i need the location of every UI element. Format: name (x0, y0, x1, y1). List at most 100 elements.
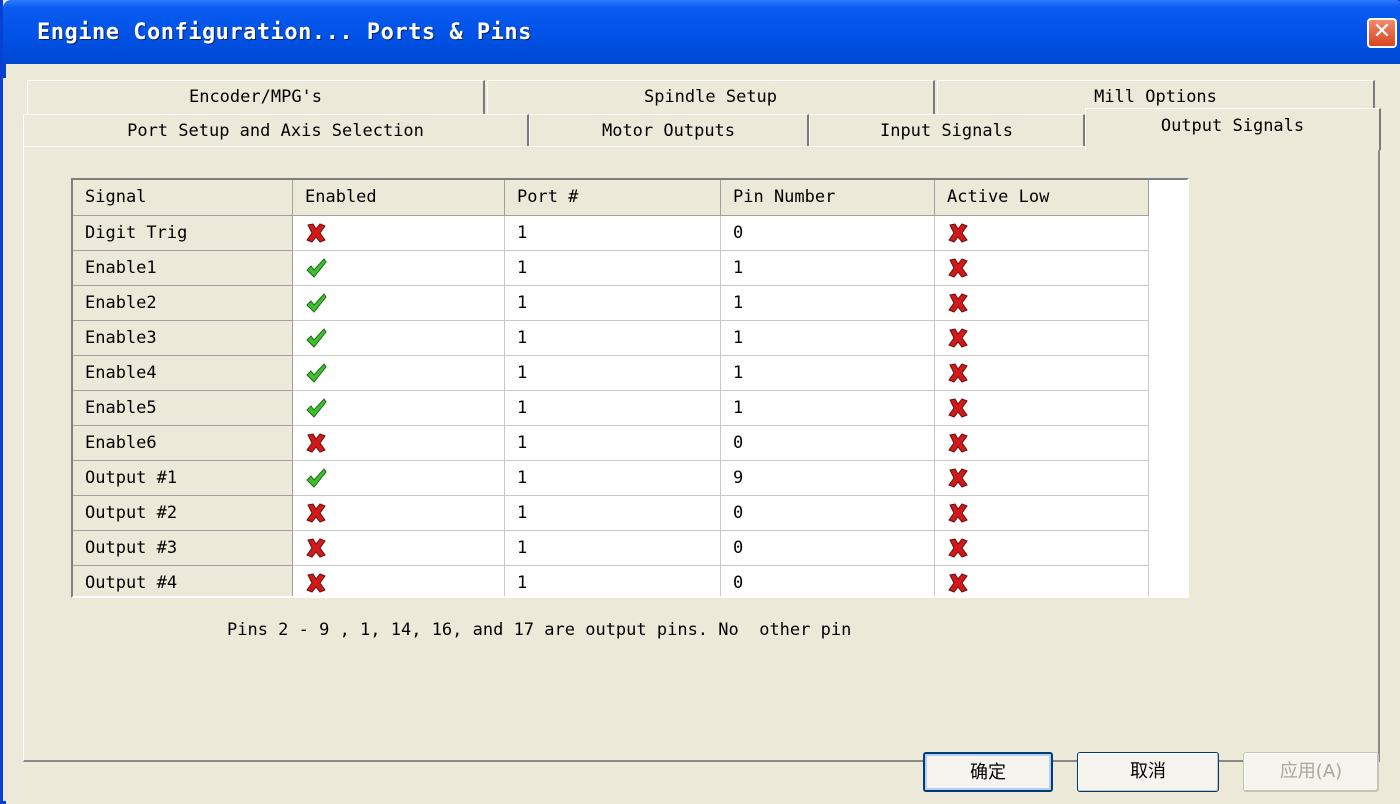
active-low-cell[interactable] (935, 321, 1149, 356)
pin-number-cell[interactable]: 1 (721, 251, 935, 286)
enabled-cell[interactable] (293, 216, 505, 251)
x-icon (948, 328, 968, 348)
enabled-cell[interactable] (293, 251, 505, 286)
port-cell[interactable]: 1 (505, 566, 721, 596)
enabled-cell[interactable] (293, 461, 505, 496)
signal-name-cell: Output #4 (73, 566, 293, 596)
signal-name-cell: Enable3 (73, 321, 293, 356)
port-cell[interactable]: 1 (505, 251, 721, 286)
table-row[interactable]: Enable4 1 1 (73, 356, 1149, 391)
table-row[interactable]: Enable3 1 1 (73, 321, 1149, 356)
column-header-pin-number[interactable]: Pin Number (721, 180, 935, 216)
table-row[interactable]: Output #4 1 0 (73, 566, 1149, 596)
x-icon (948, 223, 968, 243)
x-icon (948, 293, 968, 313)
cancel-button[interactable]: 取消 (1077, 752, 1219, 792)
tab-port-setup[interactable]: Port Setup and Axis Selection (23, 114, 529, 148)
enabled-cell[interactable] (293, 531, 505, 566)
port-cell[interactable]: 1 (505, 286, 721, 321)
signal-name-cell: Digit Trig (73, 216, 293, 251)
pin-number-cell[interactable]: 0 (721, 531, 935, 566)
signal-name-cell: Enable2 (73, 286, 293, 321)
x-icon (306, 538, 326, 558)
signal-name-cell: Enable5 (73, 391, 293, 426)
table-row[interactable]: Enable2 1 1 (73, 286, 1149, 321)
pin-number-cell[interactable]: 9 (721, 461, 935, 496)
column-header-active-low[interactable]: Active Low (935, 180, 1149, 216)
active-low-cell[interactable] (935, 566, 1149, 596)
x-icon (306, 433, 326, 453)
tab-output-signals[interactable]: Output Signals (1085, 108, 1381, 150)
x-icon (948, 433, 968, 453)
enabled-cell[interactable] (293, 356, 505, 391)
check-icon (306, 258, 327, 278)
check-icon (306, 328, 327, 348)
enabled-cell[interactable] (293, 321, 505, 356)
column-header-signal[interactable]: Signal (73, 180, 293, 216)
tab-spindle-setup[interactable]: Spindle Setup (487, 80, 935, 114)
active-low-cell[interactable] (935, 216, 1149, 251)
port-cell[interactable]: 1 (505, 321, 721, 356)
grid-header: Signal Enabled Port # Pin Number Active … (73, 180, 1149, 216)
close-button[interactable]: ✕ (1367, 18, 1397, 48)
pin-number-cell[interactable]: 1 (721, 391, 935, 426)
table-row[interactable]: Enable1 1 1 (73, 251, 1149, 286)
active-low-cell[interactable] (935, 251, 1149, 286)
output-signals-grid[interactable]: Signal Enabled Port # Pin Number Active … (71, 178, 1189, 598)
enabled-cell[interactable] (293, 391, 505, 426)
pin-number-cell[interactable]: 1 (721, 286, 935, 321)
tab-input-signals[interactable]: Input Signals (809, 114, 1085, 148)
table-row[interactable]: Enable6 1 0 (73, 426, 1149, 461)
active-low-cell[interactable] (935, 356, 1149, 391)
port-cell[interactable]: 1 (505, 426, 721, 461)
table-row[interactable]: Digit Trig 1 0 (73, 216, 1149, 251)
enabled-cell[interactable] (293, 496, 505, 531)
pin-number-cell[interactable]: 0 (721, 496, 935, 531)
port-cell[interactable]: 1 (505, 531, 721, 566)
table-row[interactable]: Output #2 1 0 (73, 496, 1149, 531)
window-title: Engine Configuration... Ports & Pins (37, 20, 532, 45)
pin-number-cell[interactable]: 0 (721, 216, 935, 251)
grid-rows: Digit Trig 1 0 Enable1 1 1 Enable2 1 1 Enable3 1 1 E… (73, 216, 1149, 596)
column-header-port[interactable]: Port # (505, 180, 721, 216)
signal-name-cell: Output #2 (73, 496, 293, 531)
enabled-cell[interactable] (293, 566, 505, 596)
ok-button[interactable]: 确定 (923, 752, 1053, 792)
column-header-enabled[interactable]: Enabled (293, 180, 505, 216)
port-cell[interactable]: 1 (505, 391, 721, 426)
enabled-cell[interactable] (293, 286, 505, 321)
pin-number-cell[interactable]: 0 (721, 426, 935, 461)
active-low-cell[interactable] (935, 531, 1149, 566)
pin-number-cell[interactable]: 1 (721, 321, 935, 356)
table-row[interactable]: Output #3 1 0 (73, 531, 1149, 566)
x-icon (948, 468, 968, 488)
active-low-cell[interactable] (935, 426, 1149, 461)
dialog-window: Engine Configuration... Ports & Pins ✕ E… (0, 0, 1400, 804)
active-low-cell[interactable] (935, 391, 1149, 426)
port-cell[interactable]: 1 (505, 461, 721, 496)
active-low-cell[interactable] (935, 496, 1149, 531)
x-icon (948, 538, 968, 558)
port-cell[interactable]: 1 (505, 356, 721, 391)
x-icon (948, 573, 968, 593)
check-icon (306, 398, 327, 418)
pin-number-cell[interactable]: 0 (721, 566, 935, 596)
tab-encoder-mpg[interactable]: Encoder/MPG's (27, 80, 485, 114)
enabled-cell[interactable] (293, 426, 505, 461)
apply-button[interactable]: 应用(A) (1243, 752, 1379, 792)
x-icon (306, 503, 326, 523)
port-cell[interactable]: 1 (505, 216, 721, 251)
active-low-cell[interactable] (935, 286, 1149, 321)
x-icon (948, 363, 968, 383)
port-cell[interactable]: 1 (505, 496, 721, 531)
x-icon (948, 258, 968, 278)
tab-motor-outputs[interactable]: Motor Outputs (529, 114, 809, 148)
table-row[interactable]: Output #1 1 9 (73, 461, 1149, 496)
x-icon (306, 223, 326, 243)
x-icon (306, 573, 326, 593)
active-low-cell[interactable] (935, 461, 1149, 496)
signal-name-cell: Enable1 (73, 251, 293, 286)
signal-name-cell: Enable4 (73, 356, 293, 391)
pin-number-cell[interactable]: 1 (721, 356, 935, 391)
table-row[interactable]: Enable5 1 1 (73, 391, 1149, 426)
